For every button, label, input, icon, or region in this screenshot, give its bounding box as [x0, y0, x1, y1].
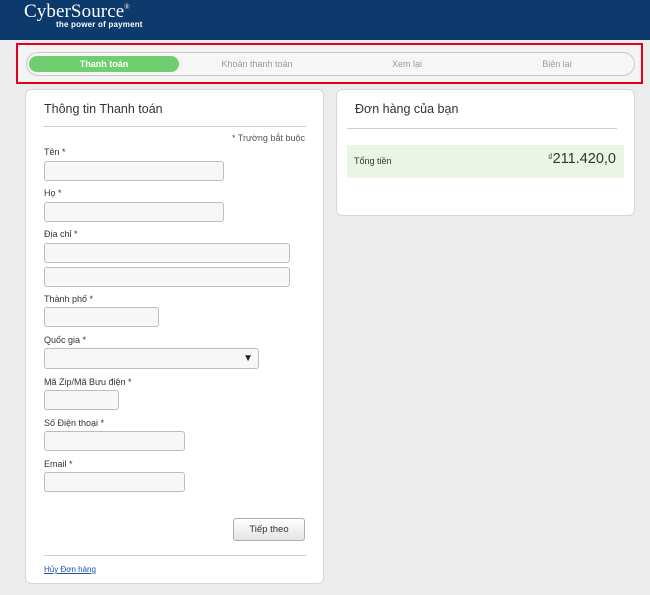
- cancel-order-link[interactable]: Hủy Đơn hàng: [44, 565, 96, 574]
- last-name-input[interactable]: [44, 202, 224, 222]
- currency-symbol: ₫: [547, 152, 553, 162]
- registered-mark: ®: [124, 3, 130, 11]
- payment-info-title: Thông tin Thanh toán: [44, 102, 163, 116]
- logo-text: CyberSource: [24, 1, 125, 22]
- step-payment-method: Khoản thanh toán: [221, 59, 293, 69]
- total-label: Tổng tiền: [354, 156, 392, 166]
- logo-tagline: the power of payment: [56, 20, 143, 29]
- country-label: Quốc gia *: [44, 335, 87, 345]
- country-select[interactable]: ▼: [44, 348, 259, 369]
- city-label: Thành phố *: [44, 294, 94, 304]
- last-name-label: Họ *: [44, 188, 62, 198]
- title-divider: [44, 126, 306, 127]
- address-line1-input[interactable]: [44, 243, 290, 263]
- steps-highlight-frame: Thanh toán Khoản thanh toán Xem lại Biên…: [16, 43, 643, 84]
- step-review: Xem lại: [391, 59, 422, 69]
- checkout-steps: Thanh toán Khoản thanh toán Xem lại Biên…: [26, 52, 635, 76]
- footer-divider: [44, 555, 306, 556]
- phone-label: Số Điện thoại *: [44, 418, 105, 428]
- dropdown-arrow-icon: ▼: [243, 353, 253, 364]
- payment-info-card: Thông tin Thanh toán * Trường bắt buộc T…: [25, 89, 324, 584]
- step-payment: Thanh toán: [29, 56, 179, 72]
- address-line2-input[interactable]: [44, 267, 290, 287]
- top-banner: CyberSource® the power of payment: [0, 0, 650, 40]
- email-label: Email *: [44, 459, 73, 469]
- email-input[interactable]: [44, 472, 185, 492]
- total-amount: ₫211.420,0: [548, 151, 616, 167]
- next-button[interactable]: Tiếp theo: [233, 518, 305, 541]
- step-receipt: Biên lai: [542, 59, 572, 69]
- order-summary-card: Đơn hàng của bạn Tổng tiền ₫211.420,0: [336, 89, 635, 216]
- city-input[interactable]: [44, 307, 159, 327]
- address-label: Địa chỉ *: [44, 229, 78, 239]
- order-title-divider: [347, 128, 617, 129]
- phone-input[interactable]: [44, 431, 185, 451]
- zip-label: Mã Zip/Mã Bưu điện *: [44, 377, 132, 387]
- order-total-row: Tổng tiền ₫211.420,0: [347, 145, 624, 178]
- first-name-label: Tên *: [44, 147, 66, 157]
- order-summary-title: Đơn hàng của bạn: [355, 102, 459, 116]
- first-name-input[interactable]: [44, 161, 224, 181]
- required-fields-note: * Trường bắt buộc: [232, 133, 305, 143]
- zip-input[interactable]: [44, 390, 119, 410]
- total-value: 211.420,0: [552, 151, 616, 167]
